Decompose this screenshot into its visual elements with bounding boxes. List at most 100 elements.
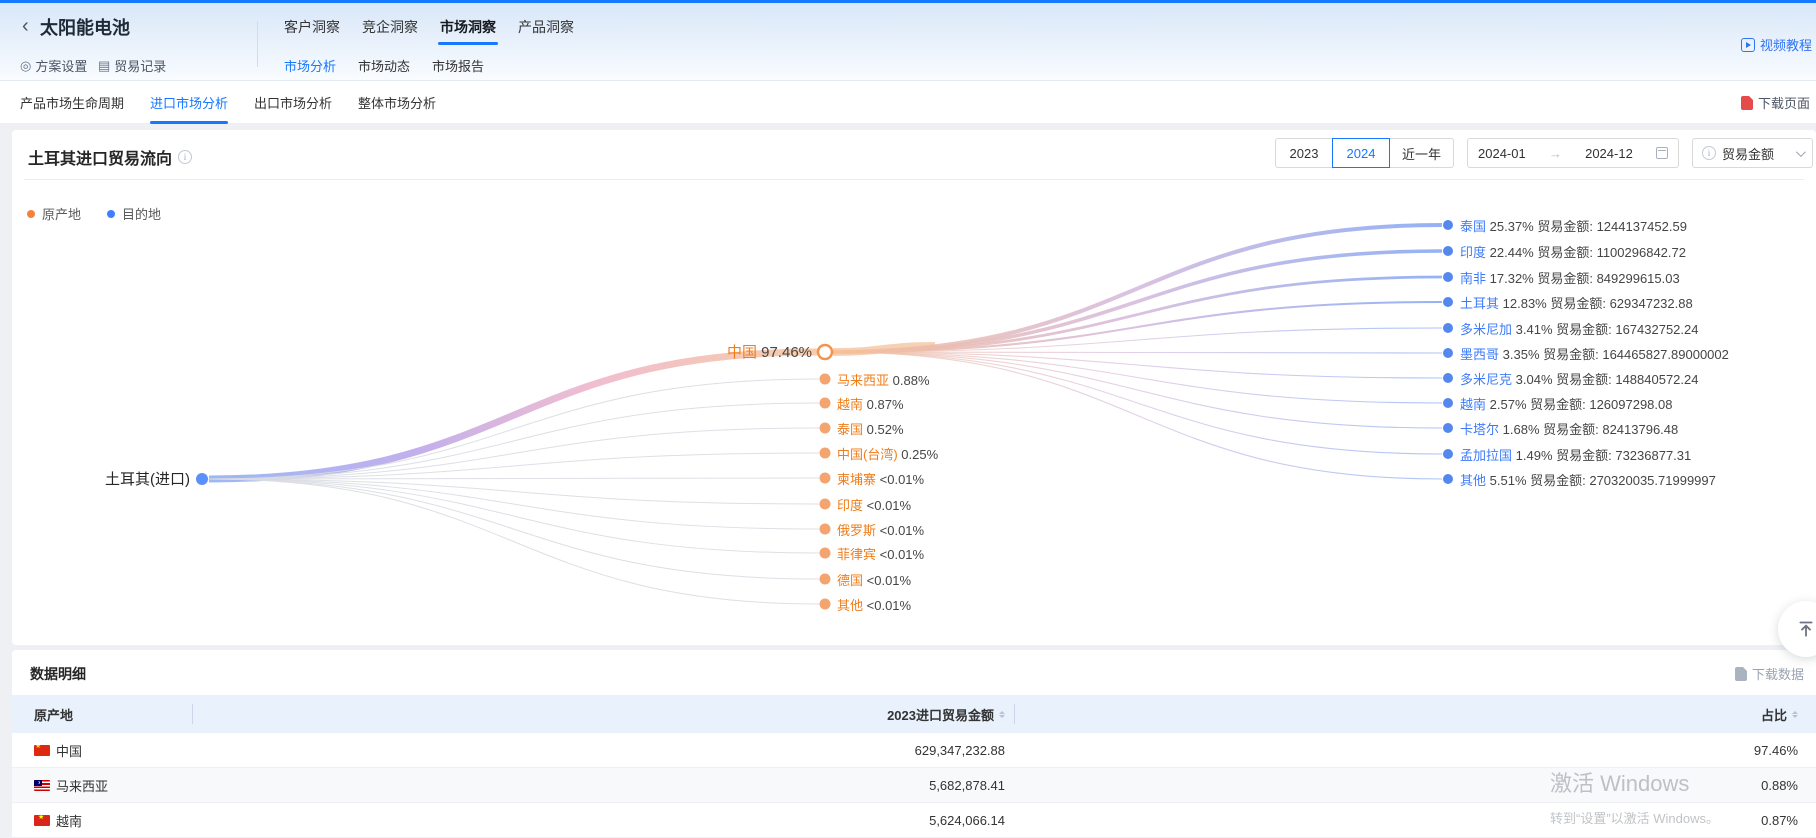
nav-import-analysis[interactable]: 进口市场分析 — [150, 81, 228, 124]
sort-share-icon[interactable] — [1792, 711, 1798, 718]
nav-export-analysis[interactable]: 出口市场分析 — [254, 81, 332, 124]
nav-overall-analysis[interactable]: 整体市场分析 — [358, 81, 436, 124]
download-page-button[interactable]: 下载页面 — [1741, 81, 1810, 124]
flow-right-label-多米尼克[interactable]: 多米尼克 3.04% 贸易金额: 148840572.24 — [1460, 369, 1698, 388]
flow-mid-node-中国[interactable] — [818, 345, 832, 359]
origin-cell: 越南 — [56, 811, 82, 830]
flow-mid-node-泰国[interactable] — [820, 423, 831, 434]
trade-records-button[interactable]: ▤ 贸易记录 — [98, 56, 166, 75]
column-amount[interactable]: 2023进口贸易金额 — [193, 695, 1015, 733]
screen: ‹ 太阳能电池 ◎ 方案设置 ▤ 贸易记录 客户洞察 竞企洞察 市场洞察 产品洞… — [0, 0, 1816, 838]
share-cell: 0.88% — [1015, 768, 1816, 802]
sort-amount-icon[interactable] — [999, 711, 1005, 718]
table-header: 原产地 2023进口贸易金额 占比 — [12, 695, 1816, 733]
plan-settings-button[interactable]: ◎ 方案设置 — [20, 56, 87, 75]
flow-mid-label-俄罗斯[interactable]: 俄罗斯 <0.01% — [837, 520, 924, 539]
video-tutorial-link[interactable]: 视频教程 — [1741, 35, 1812, 54]
year-2024-button[interactable]: 2024 — [1332, 138, 1390, 168]
flow-mid-label-马来西亚[interactable]: 马来西亚 0.88% — [837, 370, 930, 389]
origin-dot-icon — [27, 210, 35, 218]
table-row[interactable]: 中国 629,347,232.88 97.46% — [12, 733, 1816, 768]
flow-mid-label-其他[interactable]: 其他 <0.01% — [837, 595, 911, 614]
flow-mid-label-柬埔寨[interactable]: 柬埔寨 <0.01% — [837, 469, 924, 488]
play-icon — [1741, 38, 1755, 52]
flow-right-label-墨西哥[interactable]: 墨西哥 3.35% 贸易金额: 164465827.89000002 — [1460, 344, 1729, 363]
flow-card-title-row: 土耳其进口贸易流向 i — [28, 142, 192, 172]
flow-right-node-孟加拉国[interactable] — [1443, 449, 1453, 459]
flow-mid-node-马来西亚[interactable] — [820, 374, 831, 385]
amount-cell: 5,682,878.41 — [193, 768, 1015, 802]
flow-right-node-泰国[interactable] — [1443, 220, 1453, 230]
flow-right-label-印度[interactable]: 印度 22.44% 贸易金额: 1100296842.72 — [1460, 242, 1686, 261]
tab-market-insight[interactable]: 市场洞察 — [438, 9, 498, 45]
subtab-market-dynamics[interactable]: 市场动态 — [356, 47, 412, 84]
origin-cell: 马来西亚 — [56, 776, 108, 795]
flow-mid-label-印度[interactable]: 印度 <0.01% — [837, 495, 911, 514]
flow-right-label-卡塔尔[interactable]: 卡塔尔 1.68% 贸易金额: 82413796.48 — [1460, 419, 1678, 438]
year-2023-button[interactable]: 2023 — [1275, 138, 1333, 168]
flow-right-label-越南[interactable]: 越南 2.57% 贸易金额: 126097298.08 — [1460, 394, 1672, 413]
legend-origin[interactable]: 原产地 — [27, 204, 81, 223]
flow-right-label-南非[interactable]: 南非 17.32% 贸易金额: 849299615.03 — [1460, 268, 1680, 287]
flow-right-label-多米尼加[interactable]: 多米尼加 3.41% 贸易金额: 167432752.24 — [1460, 319, 1698, 338]
arrow-right-icon: → — [1549, 146, 1562, 161]
flow-mid-node-中国(台湾)[interactable] — [820, 448, 831, 459]
flow-mid-node-德国[interactable] — [820, 574, 831, 585]
flow-mid-node-印度[interactable] — [820, 499, 831, 510]
tab-customer-insight[interactable]: 客户洞察 — [282, 9, 342, 45]
flow-right-label-泰国[interactable]: 泰国 25.37% 贸易金额: 1244137452.59 — [1460, 216, 1687, 235]
flow-right-node-印度[interactable] — [1443, 246, 1453, 256]
recent-year-button[interactable]: 近一年 — [1389, 138, 1454, 168]
nav-product-lifecycle[interactable]: 产品市场生命周期 — [20, 81, 124, 124]
flow-right-node-多米尼克[interactable] — [1443, 373, 1453, 383]
flow-mid-node-越南[interactable] — [820, 398, 831, 409]
flow-mid-node-其他[interactable] — [820, 599, 831, 610]
flow-link-source-俄罗斯 — [208, 479, 819, 529]
back-icon[interactable]: ‹ — [22, 15, 29, 38]
flow-link-source-德国 — [208, 479, 819, 579]
flow-mid-node-俄罗斯[interactable] — [820, 524, 831, 535]
flow-link-china-孟加拉国 — [833, 352, 1442, 454]
subtab-market-analysis[interactable]: 市场分析 — [282, 47, 338, 84]
table-row[interactable]: 马来西亚 5,682,878.41 0.88% — [12, 768, 1816, 803]
flow-mid-label-泰国[interactable]: 泰国 0.52% — [837, 419, 904, 438]
data-detail-title: 数据明细 — [30, 664, 86, 684]
flow-mid-label-菲律宾[interactable]: 菲律宾 <0.01% — [837, 544, 924, 563]
flow-right-node-卡塔尔[interactable] — [1443, 423, 1453, 433]
flow-right-label-土耳其[interactable]: 土耳其 12.83% 贸易金额: 629347232.88 — [1460, 293, 1693, 312]
flow-right-label-孟加拉国[interactable]: 孟加拉国 1.49% 贸易金额: 73236877.31 — [1460, 445, 1691, 464]
flow-source-label[interactable]: 土耳其(进口) — [105, 468, 190, 489]
flow-right-label-其他[interactable]: 其他 5.51% 贸易金额: 270320035.71999997 — [1460, 470, 1716, 489]
flow-right-node-土耳其[interactable] — [1443, 297, 1453, 307]
flow-mid-label-德国[interactable]: 德国 <0.01% — [837, 570, 911, 589]
trade-records-label: 贸易记录 — [114, 56, 166, 75]
column-origin-label: 原产地 — [34, 705, 73, 724]
table-row[interactable]: 越南 5,624,066.14 0.87% — [12, 803, 1816, 838]
legend-origin-label: 原产地 — [42, 204, 81, 223]
info-icon[interactable]: i — [178, 150, 192, 164]
flow-mid-label-越南[interactable]: 越南 0.87% — [837, 394, 904, 413]
metric-select[interactable]: i 贸易金额 — [1692, 138, 1813, 168]
flow-right-node-墨西哥[interactable] — [1443, 348, 1453, 358]
flow-right-node-多米尼加[interactable] — [1443, 323, 1453, 333]
subtab-market-report[interactable]: 市场报告 — [430, 47, 486, 84]
flow-source-node[interactable] — [196, 473, 208, 485]
metric-info-icon: i — [1702, 146, 1716, 160]
flow-right-node-越南[interactable] — [1443, 398, 1453, 408]
date-range-picker[interactable]: 2024-01 → 2024-12 — [1467, 138, 1679, 168]
flow-mid-node-柬埔寨[interactable] — [820, 473, 831, 484]
flow-mid-node-菲律宾[interactable] — [820, 548, 831, 559]
flow-right-node-其他[interactable] — [1443, 474, 1453, 484]
flow-mid-label-中国(台湾)[interactable]: 中国(台湾) 0.25% — [837, 444, 938, 463]
legend-destination[interactable]: 目的地 — [107, 204, 161, 223]
year-segmented-control: 2023 2024 近一年 — [1275, 138, 1454, 168]
column-share[interactable]: 占比 — [1015, 695, 1816, 733]
download-page-label: 下载页面 — [1758, 93, 1810, 112]
flow-right-node-南非[interactable] — [1443, 272, 1453, 282]
trade-flow-card: 土耳其进口贸易流向 i 2023 2024 近一年 2024-01 → 2024… — [12, 130, 1816, 645]
flow-mid-label-中国[interactable]: 中国 97.46% — [727, 341, 812, 362]
tab-product-insight[interactable]: 产品洞察 — [516, 9, 576, 45]
download-data-button[interactable]: 下载数据 — [1735, 664, 1804, 683]
tab-competitor-insight[interactable]: 竞企洞察 — [360, 9, 420, 45]
video-tutorial-label: 视频教程 — [1760, 35, 1812, 54]
